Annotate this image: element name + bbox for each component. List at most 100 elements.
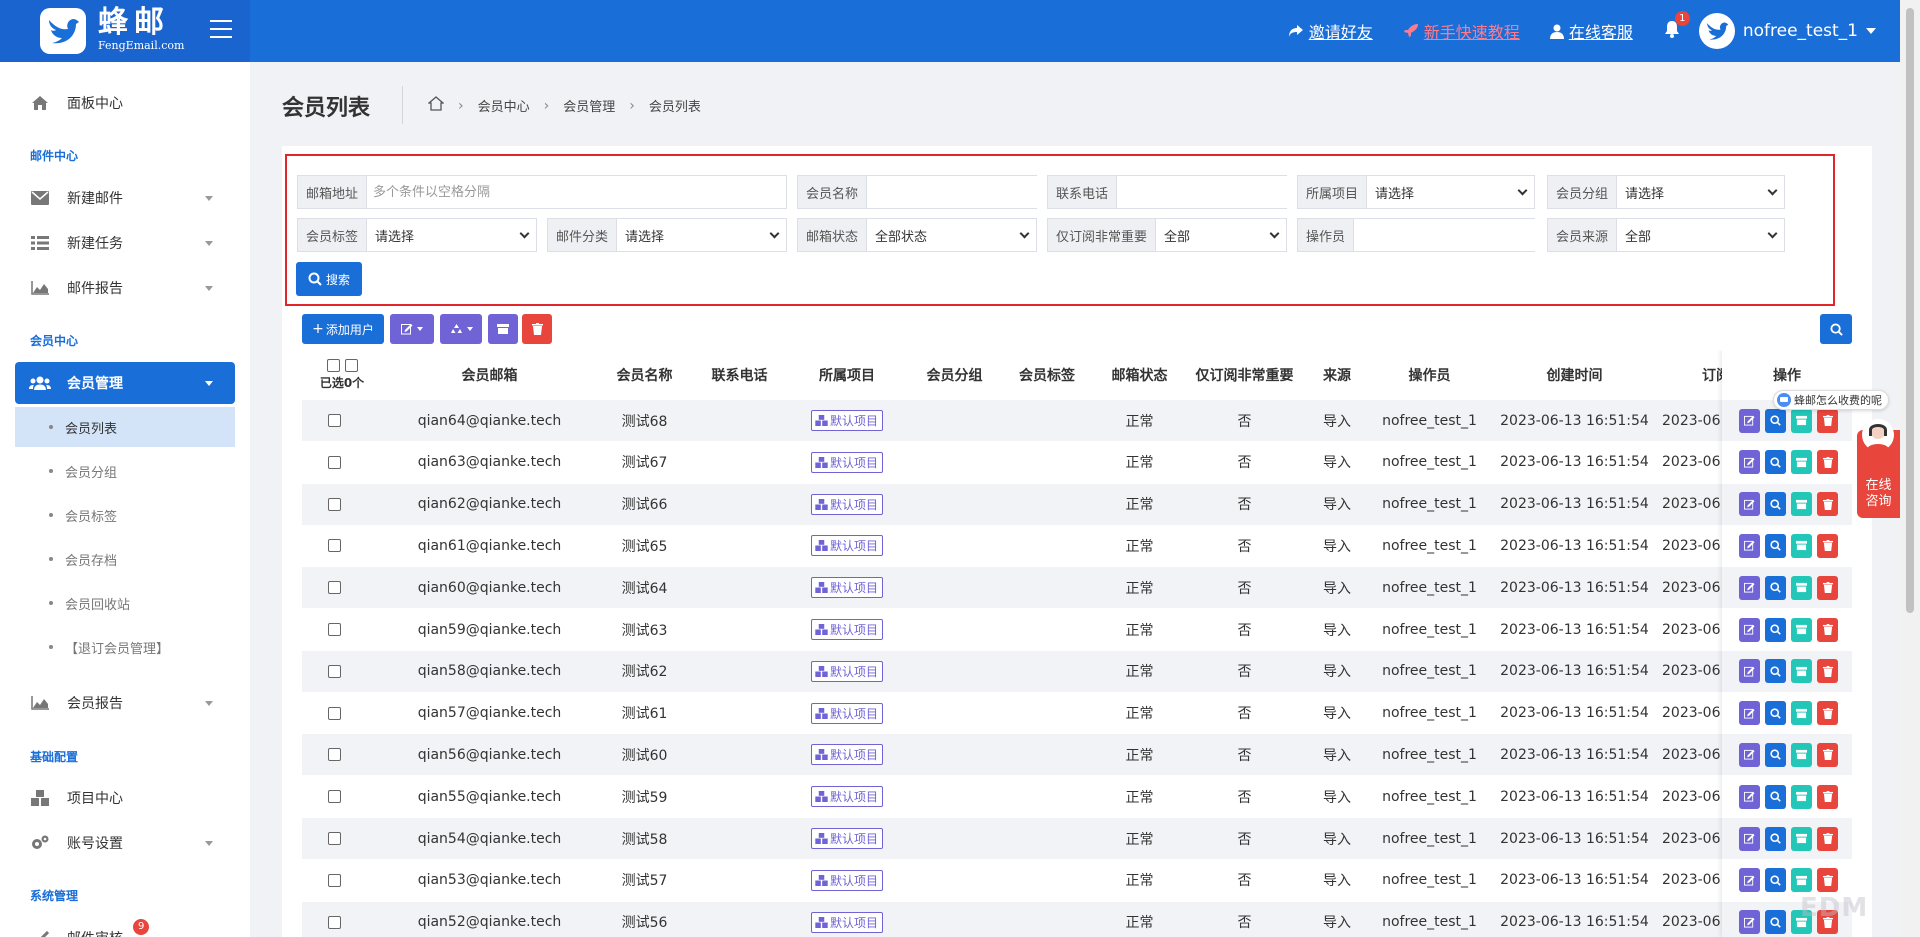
sidebar-item-dashboard[interactable]: 面板中心 xyxy=(15,82,235,124)
project-tag[interactable]: 默认项目 xyxy=(810,786,883,808)
mail-category-select[interactable]: 请选择 xyxy=(617,219,786,251)
edit-row-button[interactable] xyxy=(1739,533,1760,558)
archive-row-button[interactable] xyxy=(1791,868,1812,893)
important-select[interactable]: 全部 xyxy=(1156,219,1286,251)
sidebar-sub-member-archive[interactable]: 会员存档 xyxy=(15,539,235,579)
archive-row-button[interactable] xyxy=(1791,659,1812,684)
view-row-button[interactable] xyxy=(1765,742,1786,767)
archive-row-button[interactable] xyxy=(1791,408,1812,433)
delete-row-button[interactable] xyxy=(1817,826,1838,851)
header-group[interactable]: 会员分组 xyxy=(907,350,1002,400)
invite-link[interactable]: 邀请好友 xyxy=(1288,19,1373,43)
scrollbar-thumb[interactable] xyxy=(1906,8,1914,613)
chat-tip[interactable]: 蜂邮怎么收费的呢 xyxy=(1773,390,1889,410)
header-source[interactable]: 来源 xyxy=(1302,350,1372,400)
project-tag[interactable]: 默认项目 xyxy=(810,911,883,933)
email-input[interactable] xyxy=(367,176,786,208)
project-tag[interactable]: 默认项目 xyxy=(810,828,883,849)
user-menu[interactable]: nofree_test_1 xyxy=(1698,13,1876,49)
edit-row-button[interactable] xyxy=(1739,575,1760,600)
tutorial-link[interactable]: 新手快速教程 xyxy=(1403,19,1520,43)
delete-row-button[interactable] xyxy=(1817,408,1838,433)
project-tag[interactable]: 默认项目 xyxy=(810,451,883,473)
delete-row-button[interactable] xyxy=(1817,868,1838,893)
sidebar-item-new-mail[interactable]: 新建邮件 xyxy=(15,177,235,219)
edit-row-button[interactable] xyxy=(1739,784,1760,809)
select-all-checkbox[interactable] xyxy=(326,359,340,372)
delete-row-button[interactable] xyxy=(1817,701,1838,726)
edit-row-button[interactable] xyxy=(1739,701,1760,726)
header-phone[interactable]: 联系电话 xyxy=(692,350,787,400)
row-checkbox[interactable] xyxy=(328,873,341,887)
archive-row-button[interactable] xyxy=(1791,533,1812,558)
header-name[interactable]: 会员名称 xyxy=(597,350,692,400)
recycle-dropdown-button[interactable] xyxy=(440,314,482,344)
archive-row-button[interactable] xyxy=(1791,617,1812,642)
edit-row-button[interactable] xyxy=(1739,659,1760,684)
edit-row-button[interactable] xyxy=(1739,910,1760,935)
add-user-button[interactable]: + 添加用户 xyxy=(302,314,384,344)
edit-dropdown-button[interactable] xyxy=(390,314,434,344)
delete-row-button[interactable] xyxy=(1817,784,1838,809)
project-tag[interactable]: 默认项目 xyxy=(810,744,883,766)
row-checkbox[interactable] xyxy=(328,414,341,427)
row-checkbox[interactable] xyxy=(328,790,341,804)
delete-button[interactable] xyxy=(522,314,552,344)
archive-row-button[interactable] xyxy=(1791,575,1812,600)
row-checkbox[interactable] xyxy=(328,539,341,553)
header-tag[interactable]: 会员标签 xyxy=(1002,350,1092,400)
edit-row-button[interactable] xyxy=(1739,826,1760,851)
row-checkbox[interactable] xyxy=(328,664,341,678)
project-tag[interactable]: 默认项目 xyxy=(810,577,883,599)
row-checkbox[interactable] xyxy=(328,455,341,469)
project-tag[interactable]: 默认项目 xyxy=(810,535,883,557)
project-select[interactable]: 请选择 xyxy=(1367,176,1534,208)
archive-button[interactable] xyxy=(488,314,518,344)
project-tag[interactable]: 默认项目 xyxy=(810,493,883,515)
view-row-button[interactable] xyxy=(1765,450,1786,475)
edit-row-button[interactable] xyxy=(1739,492,1760,517)
row-checkbox[interactable] xyxy=(328,706,341,720)
delete-row-button[interactable] xyxy=(1817,492,1838,517)
delete-row-button[interactable] xyxy=(1817,742,1838,767)
breadcrumb-member-management[interactable]: 会员管理 xyxy=(563,96,615,115)
archive-row-button[interactable] xyxy=(1791,492,1812,517)
row-checkbox[interactable] xyxy=(328,623,341,636)
project-tag[interactable]: 默认项目 xyxy=(810,619,883,640)
sidebar-item-member-report[interactable]: 会员报告 xyxy=(15,682,235,724)
edit-row-button[interactable] xyxy=(1739,742,1760,767)
source-select[interactable]: 全部 xyxy=(1617,219,1784,251)
breadcrumb-member-center[interactable]: 会员中心 xyxy=(478,96,530,115)
row-checkbox[interactable] xyxy=(328,581,341,595)
sidebar-sub-member-tag[interactable]: 会员标签 xyxy=(15,495,235,535)
delete-row-button[interactable] xyxy=(1817,533,1838,558)
project-tag[interactable]: 默认项目 xyxy=(810,702,883,724)
status-select[interactable]: 全部状态 xyxy=(867,219,1036,251)
tag-select[interactable]: 请选择 xyxy=(367,219,536,251)
view-row-button[interactable] xyxy=(1765,826,1786,851)
header-email[interactable]: 会员邮箱 xyxy=(382,350,597,400)
page-scrollbar[interactable] xyxy=(1900,0,1920,937)
archive-row-button[interactable] xyxy=(1791,742,1812,767)
edit-row-button[interactable] xyxy=(1739,408,1760,433)
search-button[interactable]: 搜索 xyxy=(296,262,362,296)
delete-row-button[interactable] xyxy=(1817,659,1838,684)
header-created[interactable]: 创建时间 xyxy=(1487,350,1662,400)
sidebar-sub-member-group[interactable]: 会员分组 xyxy=(15,451,235,491)
sidebar-item-mail-report[interactable]: 邮件报告 xyxy=(15,267,235,309)
home-icon[interactable] xyxy=(427,96,445,115)
member-name-input[interactable] xyxy=(867,176,1050,208)
delete-row-button[interactable] xyxy=(1817,617,1838,642)
row-checkbox[interactable] xyxy=(328,497,341,511)
sidebar-item-account-settings[interactable]: 账号设置 xyxy=(15,822,235,864)
view-row-button[interactable] xyxy=(1765,868,1786,893)
sidebar-sub-member-recycle[interactable]: 会员回收站 xyxy=(15,583,235,623)
sidebar-item-new-task[interactable]: 新建任务 xyxy=(15,222,235,264)
sidebar-sub-member-list[interactable]: 会员列表 xyxy=(15,407,235,447)
project-tag[interactable]: 默认项目 xyxy=(810,410,883,431)
archive-row-button[interactable] xyxy=(1791,450,1812,475)
delete-row-button[interactable] xyxy=(1817,575,1838,600)
service-link[interactable]: 在线客服 xyxy=(1549,19,1633,43)
view-row-button[interactable] xyxy=(1765,659,1786,684)
view-row-button[interactable] xyxy=(1765,701,1786,726)
